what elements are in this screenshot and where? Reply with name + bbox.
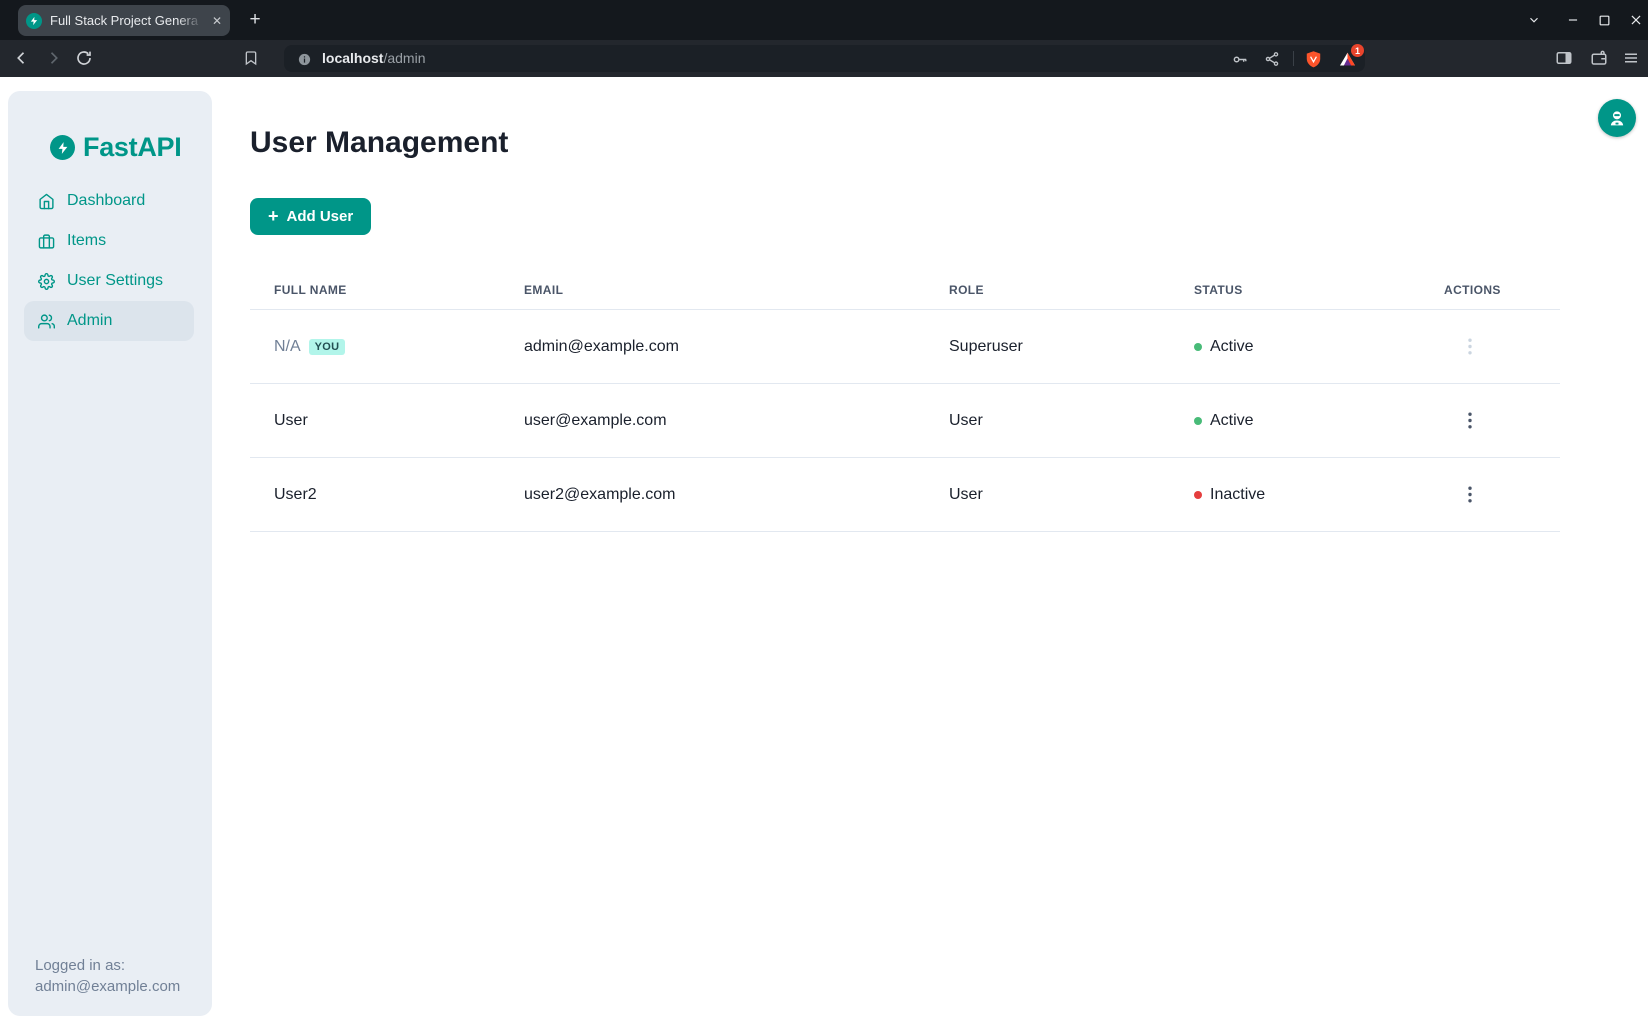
cell-status: Inactive (1170, 486, 1420, 504)
table-row: User user@example.com User Active (250, 384, 1560, 458)
tab-title: Full Stack Project Genera (50, 13, 206, 28)
cell-actions (1420, 407, 1560, 435)
sidebar-item-label: Admin (67, 312, 112, 330)
address-bar[interactable]: localhost/admin 1 (284, 45, 1365, 72)
brave-rewards-bat-icon[interactable]: 1 (1337, 49, 1357, 69)
bolt-icon (50, 135, 75, 160)
sidebar-panel-icon[interactable] (1554, 48, 1574, 68)
site-info-icon[interactable] (294, 49, 314, 69)
briefcase-icon (38, 233, 55, 250)
logged-in-email: admin@example.com (35, 976, 180, 997)
cell-role: User (925, 486, 1170, 504)
tab-close-icon[interactable]: ✕ (212, 15, 222, 27)
logged-in-label: Logged in as: (35, 955, 180, 976)
urlbar-divider (1293, 51, 1294, 66)
cell-email: admin@example.com (500, 338, 925, 356)
row-actions-kebab-icon[interactable] (1458, 481, 1482, 509)
url-host: localhost (322, 50, 383, 66)
window-close-button[interactable] (1628, 12, 1644, 28)
cell-actions (1420, 481, 1560, 509)
sidebar-item-label: Dashboard (67, 192, 145, 210)
cell-full-name: User2 (250, 486, 500, 504)
user-menu-button[interactable] (1598, 99, 1636, 137)
sidebar-item-label: Items (67, 232, 106, 250)
add-user-button[interactable]: + Add User (250, 198, 371, 235)
sidebar-item-admin[interactable]: Admin (24, 301, 194, 341)
rewards-badge: 1 (1351, 44, 1364, 57)
status-dot (1194, 491, 1202, 499)
cell-full-name: N/A YOU (250, 338, 500, 356)
sidebar-item-items[interactable]: Items (24, 221, 194, 261)
page-title: User Management (250, 123, 508, 163)
back-icon[interactable] (12, 48, 32, 68)
sidebar-item-label: User Settings (67, 272, 163, 290)
you-badge: YOU (309, 339, 346, 355)
browser-tab[interactable]: Full Stack Project Genera ✕ (18, 5, 230, 36)
header-full-name: FULL NAME (250, 283, 500, 297)
url-text: localhost/admin (322, 50, 426, 66)
header-actions: ACTIONS (1420, 283, 1560, 297)
add-user-label: Add User (287, 208, 354, 225)
header-role: ROLE (925, 283, 1170, 297)
tab-search-chevron-icon[interactable] (1526, 12, 1542, 28)
header-status: STATUS (1170, 283, 1420, 297)
table-header-row: FULL NAME EMAIL ROLE STATUS ACTIONS (250, 270, 1560, 310)
status-value: Inactive (1210, 486, 1265, 504)
status-dot (1194, 343, 1202, 351)
window-maximize-button[interactable] (1596, 12, 1612, 28)
password-key-icon[interactable] (1230, 49, 1250, 69)
cell-full-name: User (250, 412, 500, 430)
sidebar-nav: Dashboard Items User Settings Admin (24, 181, 194, 341)
tab-strip: Full Stack Project Genera ✕ + (0, 0, 1648, 40)
home-icon (38, 193, 55, 210)
row-actions-kebab-icon (1458, 333, 1482, 361)
header-email: EMAIL (500, 283, 925, 297)
status-value: Active (1210, 412, 1254, 430)
brand-text: FastAPI (83, 132, 181, 163)
fastapi-logo[interactable]: FastAPI (50, 132, 181, 163)
cell-role: Superuser (925, 338, 1170, 356)
full-name-value: N/A (274, 338, 301, 356)
new-tab-button[interactable]: + (243, 8, 267, 32)
cell-role: User (925, 412, 1170, 430)
cell-actions (1420, 333, 1560, 361)
users-table: FULL NAME EMAIL ROLE STATUS ACTIONS N/A … (250, 270, 1560, 532)
logged-in-footer: Logged in as: admin@example.com (35, 955, 180, 997)
tab-favicon-bolt-icon (26, 13, 42, 29)
cell-email: user2@example.com (500, 486, 925, 504)
sidebar: FastAPI Dashboard Items User Settings (8, 91, 212, 1016)
browser-toolbar: localhost/admin 1 (0, 40, 1648, 77)
url-path: /admin (383, 50, 425, 66)
brave-shield-icon[interactable] (1303, 49, 1323, 69)
window-minimize-button[interactable] (1565, 12, 1581, 28)
reload-icon[interactable] (74, 48, 94, 68)
table-row: N/A YOU admin@example.com Superuser Acti… (250, 310, 1560, 384)
sidebar-item-dashboard[interactable]: Dashboard (24, 181, 194, 221)
cell-status: Active (1170, 338, 1420, 356)
wallet-icon[interactable] (1589, 48, 1609, 68)
status-dot (1194, 417, 1202, 425)
plus-icon: + (268, 207, 279, 225)
cell-status: Active (1170, 412, 1420, 430)
status-value: Active (1210, 338, 1254, 356)
menu-hamburger-icon[interactable] (1621, 48, 1641, 68)
sidebar-item-user-settings[interactable]: User Settings (24, 261, 194, 301)
gear-icon (38, 273, 55, 290)
forward-icon[interactable] (43, 48, 63, 68)
page-content: FastAPI Dashboard Items User Settings (0, 77, 1648, 1025)
cell-email: user@example.com (500, 412, 925, 430)
user-astronaut-icon (1607, 108, 1627, 128)
share-icon[interactable] (1262, 49, 1282, 69)
bookmark-icon[interactable] (241, 48, 261, 68)
row-actions-kebab-icon[interactable] (1458, 407, 1482, 435)
table-row: User2 user2@example.com User Inactive (250, 458, 1560, 532)
users-icon (38, 313, 55, 330)
